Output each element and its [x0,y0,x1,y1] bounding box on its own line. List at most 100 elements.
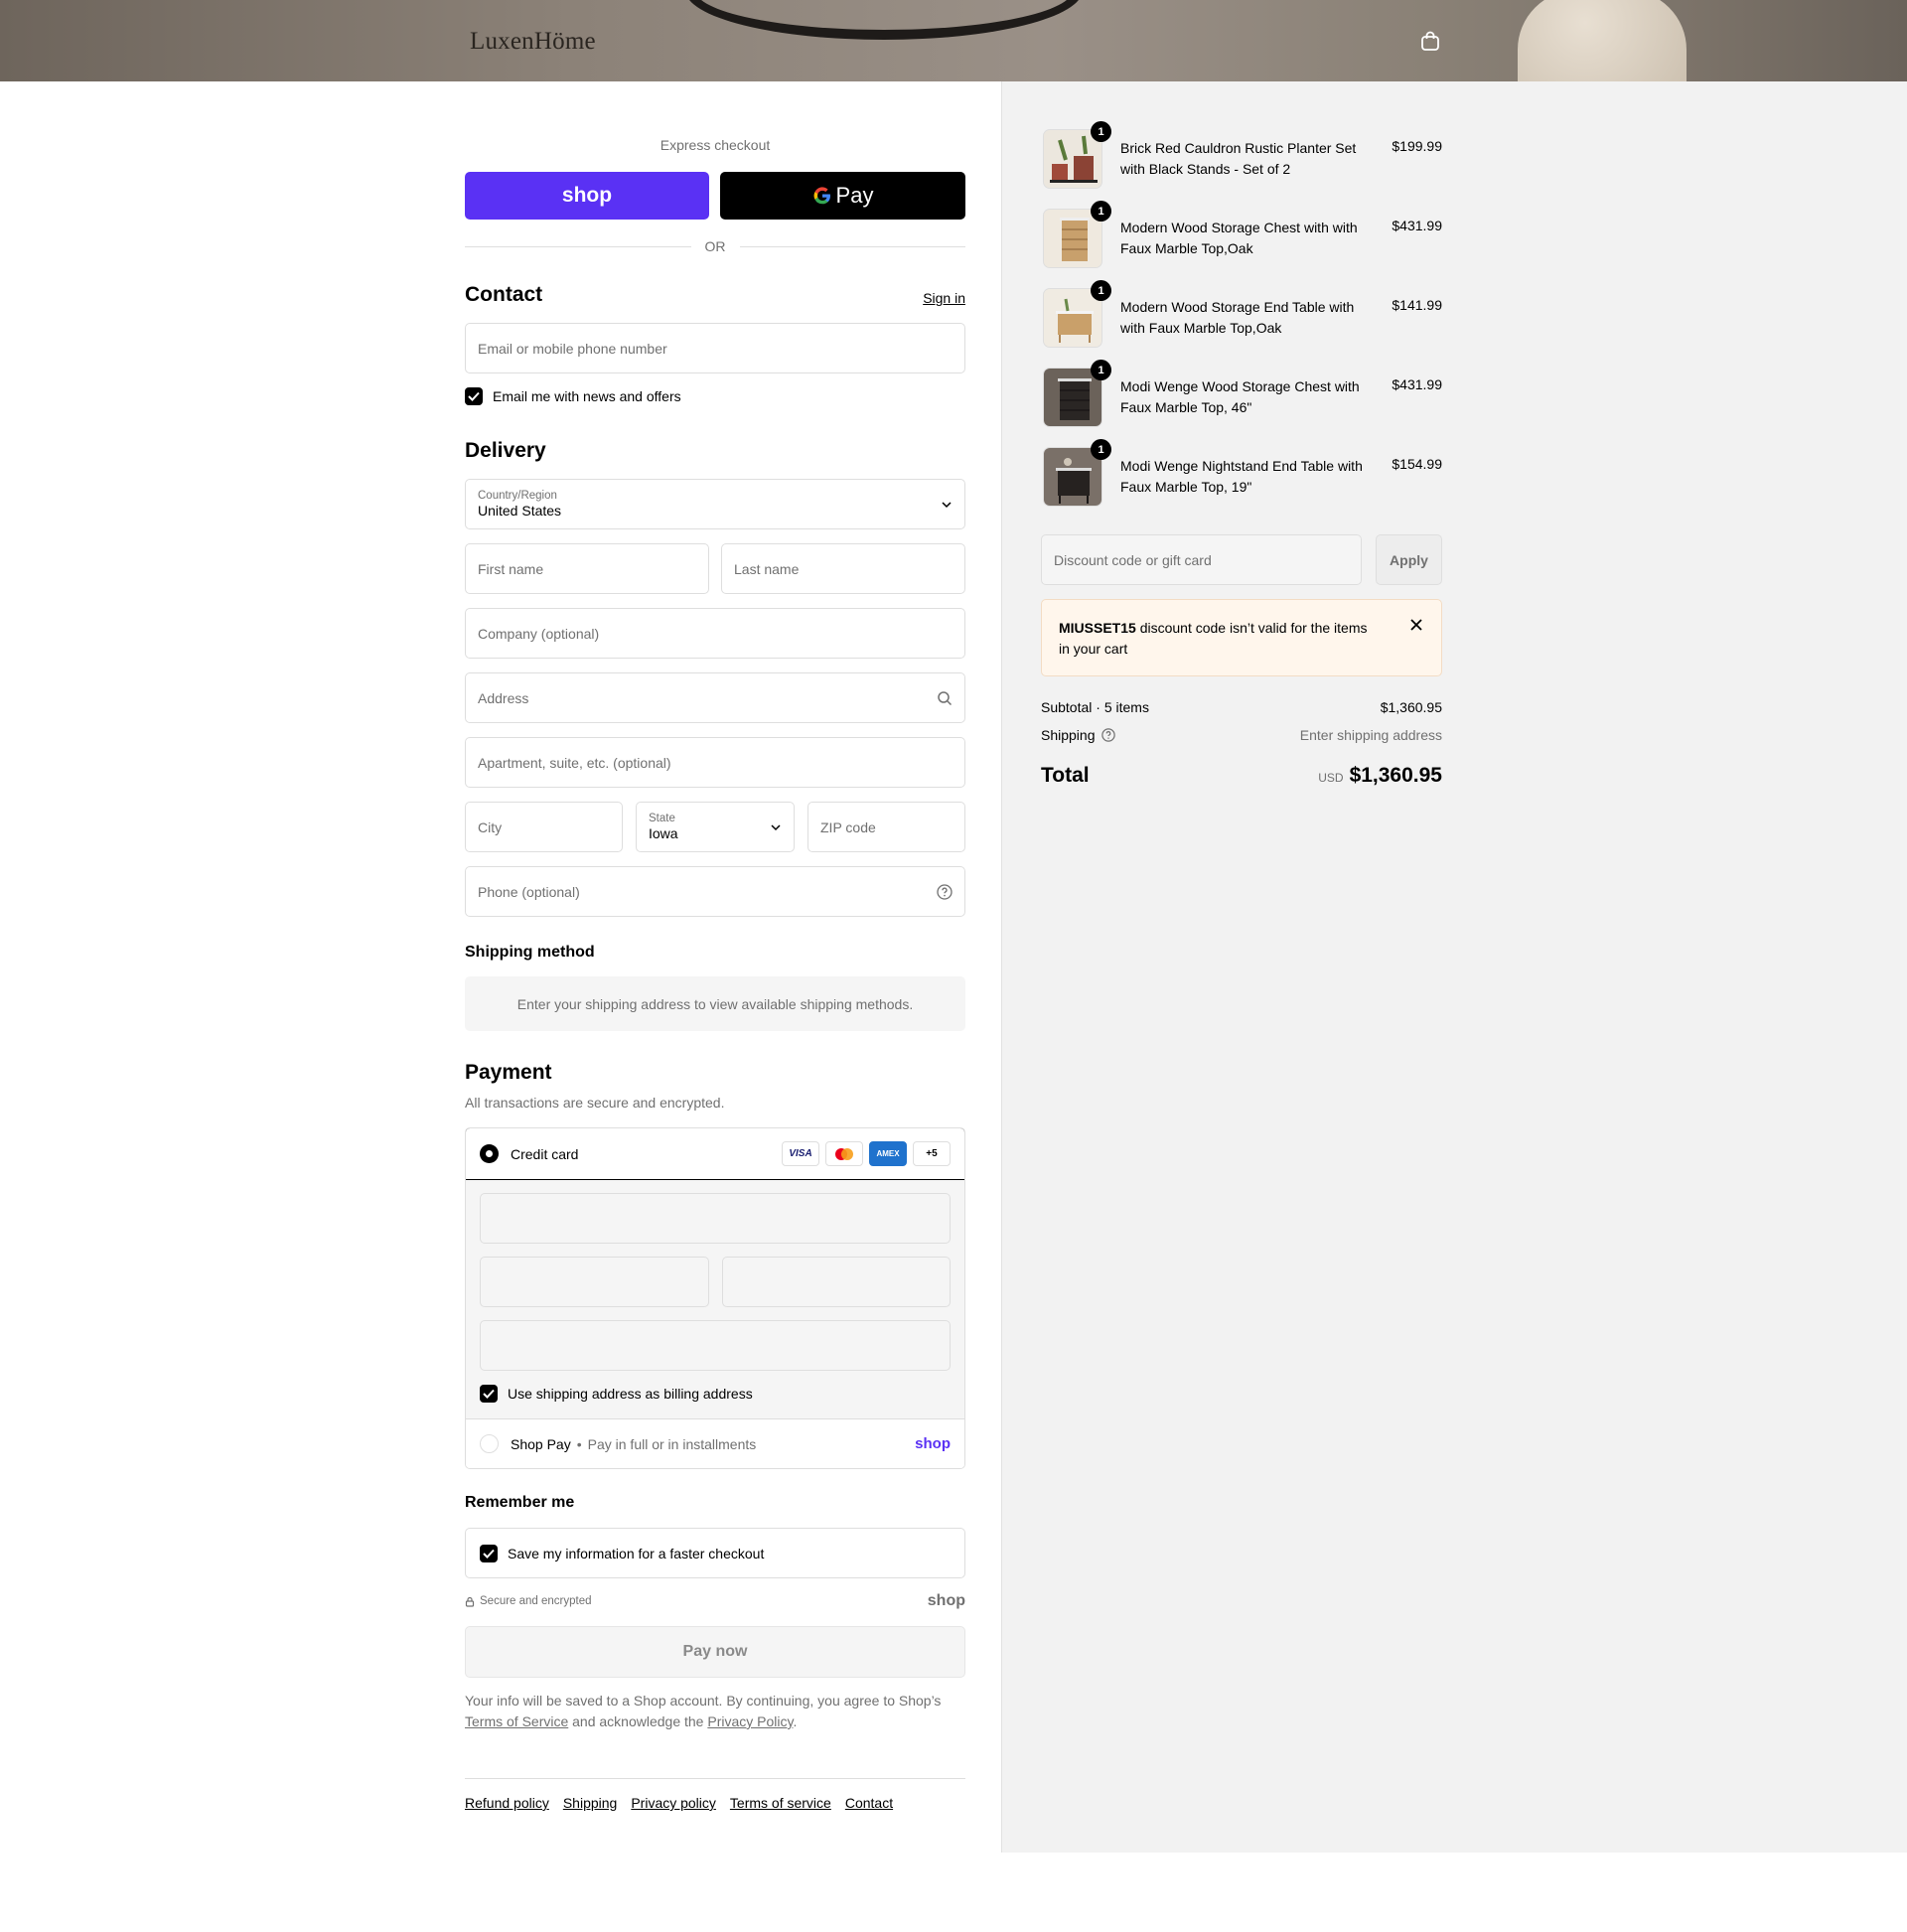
more-cards-badge: +5 [913,1141,951,1166]
google-g-icon [813,187,830,205]
address-placeholder: Address [478,689,529,706]
news-offers-checkbox[interactable] [465,387,483,405]
shop-pay-option[interactable]: Shop Pay • Pay in full or in installment… [466,1418,964,1468]
save-info-option[interactable]: Save my information for a faster checkou… [465,1528,965,1578]
shipping-link[interactable]: Shipping [563,1795,618,1811]
pay-now-button[interactable]: Pay now [465,1626,965,1678]
contact-heading: Contact [465,283,543,306]
subtotal-label: Subtotal · 5 items [1041,699,1149,715]
card-cvv-field[interactable] [722,1257,951,1307]
phone-placeholder: Phone (optional) [478,883,580,900]
email-placeholder: Email or mobile phone number [478,340,667,357]
first-name-field[interactable]: First name [465,543,709,594]
card-expiry-field[interactable] [480,1257,709,1307]
shop-pay-express-button[interactable]: shop [465,172,709,220]
check-icon [483,1389,495,1399]
credit-card-radio[interactable] [480,1144,499,1163]
apartment-placeholder: Apartment, suite, etc. (optional) [478,754,671,771]
banner-background-image [1688,0,1907,81]
phone-field[interactable]: Phone (optional) [465,866,965,917]
privacy-policy-link[interactable]: Privacy Policy [707,1713,793,1729]
express-checkout-label: Express checkout [660,137,771,153]
discount-code-name: MIUSSET15 [1059,620,1136,636]
lock-icon [465,1596,475,1607]
privacy-policy-footer-link[interactable]: Privacy policy [631,1795,716,1811]
apartment-field[interactable]: Apartment, suite, etc. (optional) [465,737,965,788]
billing-address-checkbox-row[interactable]: Use shipping address as billing address [480,1385,753,1403]
save-info-checkbox[interactable] [480,1544,498,1562]
billing-address-label: Use shipping address as billing address [508,1386,753,1402]
city-field[interactable]: City [465,802,623,852]
item-price: $154.99 [1392,456,1442,472]
state-select[interactable]: State Iowa [636,802,795,852]
sign-in-link[interactable]: Sign in [923,290,965,306]
subtotal-value: $1,360.95 [1380,699,1442,715]
secure-encrypted-label: Secure and encrypted [480,1595,592,1607]
chevron-down-icon [942,501,952,508]
item-price: $431.99 [1392,218,1442,233]
subtotal-row: Subtotal · 5 items $1,360.95 [1041,699,1442,715]
shipping-method-info: Enter your shipping address to view avai… [465,976,965,1031]
discount-code-placeholder: Discount code or gift card [1054,551,1212,568]
visa-icon: VISA [782,1141,819,1166]
shop-pay-logo: shop [915,1435,951,1452]
card-number-field[interactable] [480,1193,951,1244]
shipping-row: Shipping Enter shipping address [1041,727,1442,743]
close-icon[interactable] [1409,618,1423,632]
credit-card-form: Use shipping address as billing address [466,1180,964,1418]
line-item: 1 Modern Wood Storage End Table with wit… [1041,280,1442,350]
zip-field[interactable]: ZIP code [807,802,965,852]
item-price: $199.99 [1392,138,1442,154]
check-icon [483,1549,495,1559]
line-item: 1 Modern Wood Storage Chest with with Fa… [1041,201,1442,270]
line-item: 1 Modi Wenge Wood Storage Chest with Fau… [1041,360,1442,429]
total-label: Total [1041,764,1090,787]
shop-logo: shop [927,1592,965,1609]
news-offers-checkbox-row[interactable]: Email me with news and offers [465,387,681,405]
first-name-placeholder: First name [478,560,544,577]
refund-policy-link[interactable]: Refund policy [465,1795,549,1811]
separator-dot: • [576,1435,582,1452]
delivery-heading: Delivery [465,439,546,462]
google-pay-button[interactable]: Pay [720,172,965,220]
payment-subtitle: All transactions are secure and encrypte… [465,1095,725,1111]
contact-link[interactable]: Contact [845,1795,893,1811]
company-field[interactable]: Company (optional) [465,608,965,659]
last-name-field[interactable]: Last name [721,543,965,594]
item-price: $141.99 [1392,297,1442,313]
discount-error-notice: MIUSSET15 discount code isn’t valid for … [1041,599,1442,676]
shop-pay-sublabel: Pay in full or in installments [587,1435,757,1452]
terms-of-service-link[interactable]: Terms of Service [465,1713,568,1729]
total-value: $1,360.95 [1349,764,1442,787]
billing-address-checkbox[interactable] [480,1385,498,1403]
remember-me-heading: Remember me [465,1494,575,1511]
legal-text-end: . [793,1713,798,1729]
header-banner: LuxenHöme [0,0,1907,81]
company-placeholder: Company (optional) [478,625,600,642]
mastercard-icon [825,1141,863,1166]
email-field[interactable]: Email or mobile phone number [465,323,965,373]
shop-pay-label: Shop Pay [511,1435,571,1452]
state-value: Iowa [649,825,678,841]
shopping-bag-icon[interactable] [1420,30,1440,52]
country-select[interactable]: Country/Region United States [465,479,965,529]
discount-code-input[interactable]: Discount code or gift card [1041,534,1362,585]
help-icon[interactable] [1100,728,1115,742]
address-field[interactable]: Address [465,672,965,723]
credit-card-label: Credit card [511,1145,579,1162]
apply-discount-button[interactable]: Apply [1376,534,1442,585]
credit-card-option[interactable]: Credit card VISA AMEX +5 [466,1128,964,1180]
secure-encrypted-row: Secure and encrypted shop [465,1592,965,1610]
country-value: United States [478,503,562,519]
card-name-field[interactable] [480,1320,951,1371]
store-logo[interactable]: LuxenHöme [470,28,596,56]
help-icon[interactable] [937,883,953,900]
shop-pay-radio[interactable] [480,1434,499,1453]
terms-of-service-footer-link[interactable]: Terms of service [730,1795,831,1811]
legal-text-part1: Your info will be saved to a Shop accoun… [465,1693,942,1709]
shipping-method-info-text: Enter your shipping address to view avai… [516,995,914,1012]
footer-divider [465,1778,965,1779]
or-label: OR [704,238,726,254]
shipping-label: Shipping [1041,727,1096,743]
payment-methods: Credit card VISA AMEX +5 Use shipping ad… [465,1127,965,1469]
